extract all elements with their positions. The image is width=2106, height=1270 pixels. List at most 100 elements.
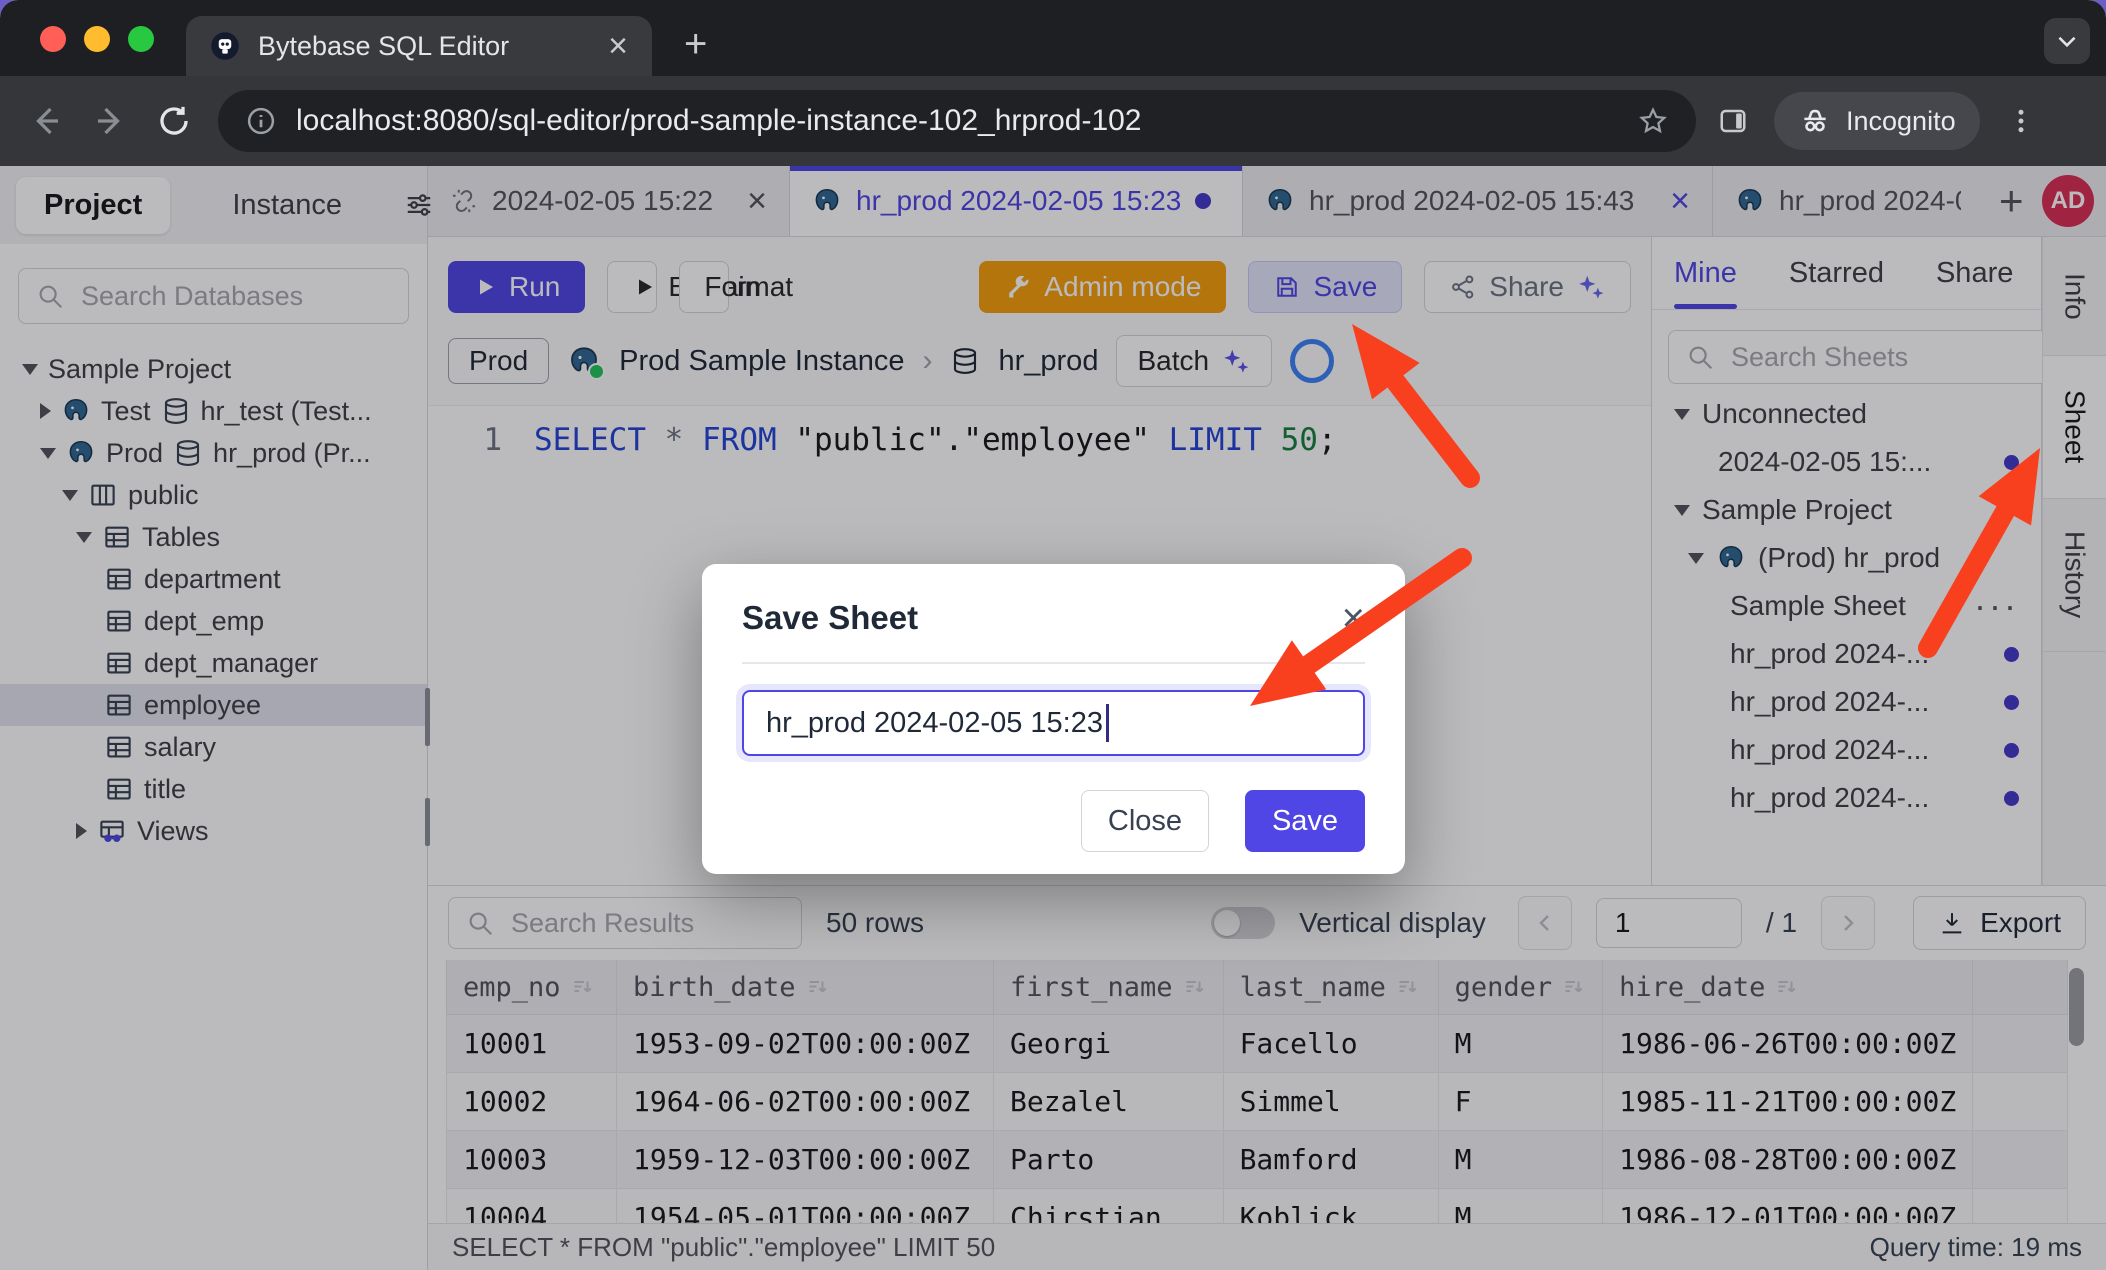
db-tree-item[interactable]: Testhr_test (Test... xyxy=(0,390,427,432)
table-cell[interactable]: 10001 xyxy=(447,1015,617,1073)
db-tree-item[interactable]: Tables xyxy=(0,516,427,558)
db-tree-item[interactable]: title xyxy=(0,768,427,810)
caret-down-icon[interactable] xyxy=(1674,505,1690,516)
sheet-item[interactable]: hr_prod 2024-... xyxy=(1652,726,2041,774)
format-button[interactable]: Format xyxy=(679,261,729,313)
table-cell[interactable]: 1964-06-02T00:00:00Z xyxy=(617,1073,994,1131)
tab-instance[interactable]: Instance xyxy=(204,177,370,234)
table-cell[interactable]: 10002 xyxy=(447,1073,617,1131)
db-tree-item[interactable]: department xyxy=(0,558,427,600)
results-scrollbar[interactable] xyxy=(2069,968,2084,1046)
column-header[interactable]: first_name xyxy=(994,960,1224,1015)
sheet-item[interactable]: hr_prod 2024-... xyxy=(1652,678,2041,726)
table-cell[interactable]: M xyxy=(1438,1015,1603,1073)
sheet-group[interactable]: Sample Project xyxy=(1652,486,2041,534)
table-cell[interactable]: 1959-12-03T00:00:00Z xyxy=(617,1131,994,1189)
tab-project[interactable]: Project xyxy=(16,177,170,234)
share-button[interactable]: Share xyxy=(1424,261,1631,313)
close-tab-icon[interactable]: × xyxy=(747,182,767,221)
results-grid[interactable]: emp_nobirth_datefirst_namelast_namegende… xyxy=(446,960,2106,1223)
page-number-input[interactable] xyxy=(1596,898,1742,948)
save-button[interactable]: Save xyxy=(1248,261,1402,313)
caret-down-icon[interactable] xyxy=(62,490,78,501)
caret-down-icon[interactable] xyxy=(1688,553,1704,564)
browser-tab[interactable]: Bytebase SQL Editor × xyxy=(186,16,652,76)
sort-icon[interactable] xyxy=(571,976,595,1000)
caret-right-icon[interactable] xyxy=(76,823,87,839)
sort-icon[interactable] xyxy=(1562,976,1586,1000)
table-cell[interactable]: Chirstian xyxy=(994,1189,1224,1224)
close-window-button[interactable] xyxy=(40,26,66,52)
sheet-panel-tab-mine[interactable]: Mine xyxy=(1674,237,1737,309)
table-cell[interactable]: 1954-05-01T00:00:00Z xyxy=(617,1189,994,1224)
user-avatar[interactable]: AD xyxy=(2042,175,2094,227)
database-name[interactable]: hr_prod xyxy=(998,345,1098,378)
column-header[interactable]: last_name xyxy=(1223,960,1438,1015)
table-row[interactable]: 100041954-05-01T00:00:00ZChirstianKoblic… xyxy=(447,1189,2068,1224)
sheet-menu-icon[interactable]: ··· xyxy=(1974,597,2019,615)
db-tree-item[interactable]: dept_manager xyxy=(0,642,427,684)
prev-page-button[interactable] xyxy=(1518,896,1572,950)
table-cell[interactable]: 1986-12-01T00:00:00Z xyxy=(1603,1189,1973,1224)
column-header[interactable]: gender xyxy=(1438,960,1603,1015)
tab-search-button[interactable] xyxy=(2044,18,2090,64)
database-search[interactable] xyxy=(18,268,409,324)
editor-sheet-tab[interactable]: 2024-02-05 15:22× xyxy=(428,166,790,236)
sheet-item[interactable]: hr_prod 2024-... xyxy=(1652,774,2041,822)
sheet-search-input[interactable] xyxy=(1729,341,2087,374)
column-header[interactable]: birth_date xyxy=(617,960,994,1015)
table-cell[interactable]: Bezalel xyxy=(994,1073,1224,1131)
db-tree-item[interactable]: public xyxy=(0,474,427,516)
caret-down-icon[interactable] xyxy=(76,532,92,543)
sort-icon[interactable] xyxy=(806,976,830,1000)
editor-sheet-tab[interactable]: hr_prod 2024-02-05 15:23 xyxy=(790,166,1243,236)
explain-button[interactable]: Explain xyxy=(607,261,657,313)
db-tree-item[interactable]: Prodhr_prod (Pr... xyxy=(0,432,427,474)
close-dialog-icon[interactable]: × xyxy=(1342,598,1365,638)
new-browser-tab-button[interactable]: + xyxy=(684,24,707,64)
table-cell[interactable]: 10004 xyxy=(447,1189,617,1224)
next-page-button[interactable] xyxy=(1821,896,1875,950)
sort-icon[interactable] xyxy=(1183,976,1207,1000)
table-cell[interactable]: 1985-11-21T00:00:00Z xyxy=(1603,1073,1973,1131)
sheet-panel-tab-share[interactable]: Share xyxy=(1936,237,2013,309)
vertical-display-toggle[interactable] xyxy=(1211,907,1275,939)
db-tree-item[interactable]: Views xyxy=(0,810,427,852)
ai-assistant-button[interactable] xyxy=(1290,339,1334,383)
back-icon[interactable] xyxy=(28,103,64,139)
sheet-name-input[interactable]: hr_prod 2024-02-05 15:23 xyxy=(742,690,1365,756)
side-panel-icon[interactable] xyxy=(1718,106,1748,136)
forward-icon[interactable] xyxy=(92,103,128,139)
minimize-window-button[interactable] xyxy=(84,26,110,52)
sheet-group[interactable]: Unconnected xyxy=(1652,390,2041,438)
table-cell[interactable]: Bamford xyxy=(1223,1131,1438,1189)
table-cell[interactable]: Koblick xyxy=(1223,1189,1438,1224)
instance-name[interactable]: Prod Sample Instance xyxy=(619,345,904,378)
database-search-input[interactable] xyxy=(79,280,437,313)
db-tree-item[interactable]: Sample Project xyxy=(0,348,427,390)
column-header[interactable]: emp_no xyxy=(447,960,617,1015)
site-info-icon[interactable] xyxy=(246,106,276,136)
table-row[interactable]: 100011953-09-02T00:00:00ZGeorgiFacelloM1… xyxy=(447,1015,2068,1073)
caret-down-icon[interactable] xyxy=(22,364,38,375)
rail-tab-info[interactable]: Info xyxy=(2043,237,2106,356)
sheet-item[interactable]: 2024-02-05 15:... xyxy=(1652,438,2041,486)
table-cell[interactable]: Parto xyxy=(994,1131,1224,1189)
new-sheet-tab-button[interactable]: + xyxy=(1983,177,2040,225)
sidebar-resize-handle[interactable] xyxy=(425,798,430,846)
table-cell[interactable]: Georgi xyxy=(994,1015,1224,1073)
table-cell[interactable]: Facello xyxy=(1223,1015,1438,1073)
sort-icon[interactable] xyxy=(1396,976,1420,1000)
db-tree-item[interactable]: salary xyxy=(0,726,427,768)
sheet-item[interactable]: hr_prod 2024-... xyxy=(1652,630,2041,678)
table-row[interactable]: 100021964-06-02T00:00:00ZBezalelSimmelF1… xyxy=(447,1073,2068,1131)
sheet-search[interactable] xyxy=(1668,330,2104,384)
sort-icon[interactable] xyxy=(1775,976,1799,1000)
dialog-save-button[interactable]: Save xyxy=(1245,790,1365,852)
table-cell[interactable]: 1986-08-28T00:00:00Z xyxy=(1603,1131,1973,1189)
table-cell[interactable]: 1953-09-02T00:00:00Z xyxy=(617,1015,994,1073)
run-button[interactable]: Run xyxy=(448,261,585,313)
caret-right-icon[interactable] xyxy=(40,403,51,419)
caret-down-icon[interactable] xyxy=(1674,409,1690,420)
table-cell[interactable]: 1986-06-26T00:00:00Z xyxy=(1603,1015,1973,1073)
